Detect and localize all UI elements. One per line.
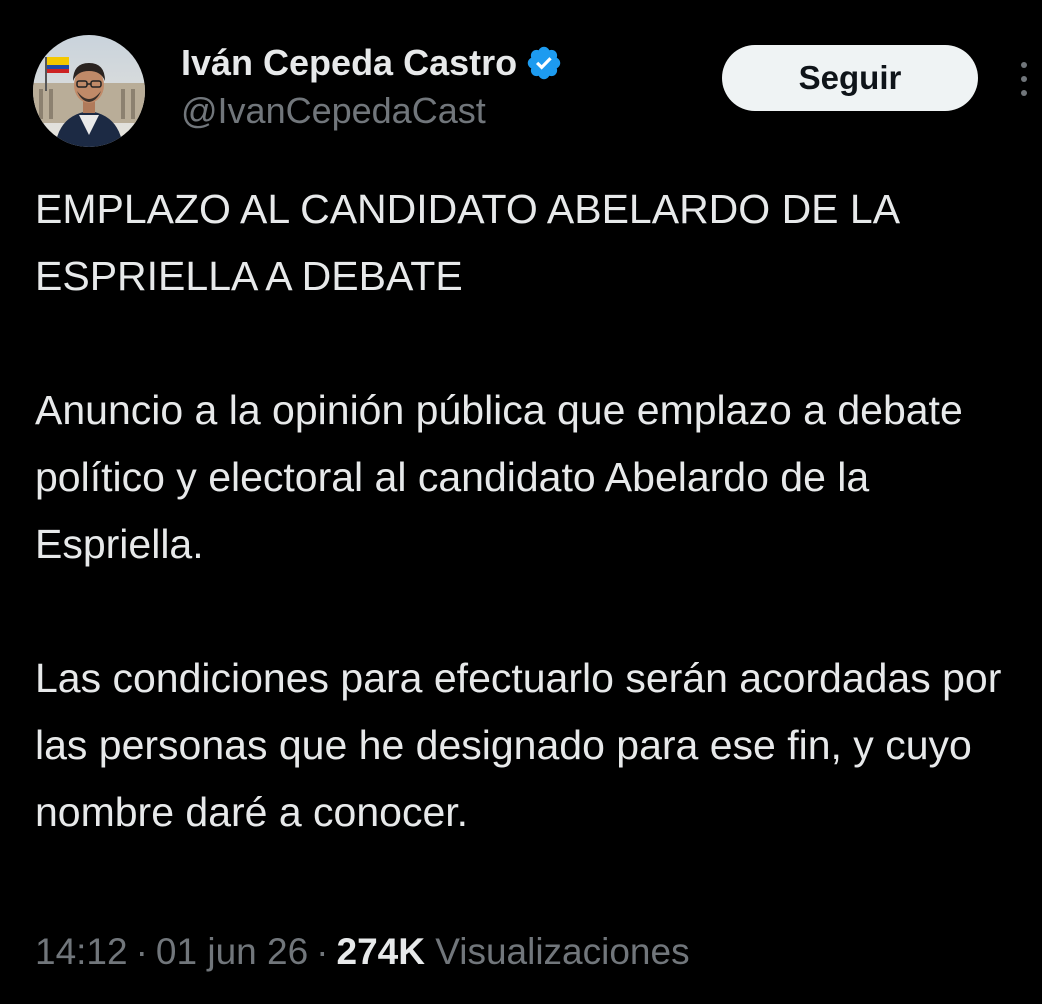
meta-separator: · <box>135 931 148 972</box>
views-link[interactable]: 274K Visualizaciones <box>337 931 690 972</box>
follow-button[interactable]: Seguir <box>722 45 978 111</box>
more-vertical-icon[interactable] <box>1010 55 1038 103</box>
views-count: 274K <box>336 931 425 972</box>
tweet-paragraph: Las condiciones para efectuarlo serán ac… <box>35 655 1002 835</box>
author-handle[interactable]: @IvanCepedaCast <box>181 90 486 132</box>
meta-separator: · <box>316 931 329 972</box>
tweet-date[interactable]: 01 jun 26 <box>156 931 308 972</box>
avatar[interactable] <box>33 35 145 147</box>
author-name-row: Iván Cepeda Castro <box>181 40 563 86</box>
tweet-meta: 14:12 · 01 jun 26 · 274K Visualizaciones <box>35 922 690 982</box>
verified-badge-icon[interactable] <box>525 44 563 82</box>
tweet-time[interactable]: 14:12 <box>35 931 128 972</box>
tweet-text: EMPLAZO AL CANDIDATO ABELARDO DE LA ESPR… <box>35 176 1025 846</box>
author-display-name[interactable]: Iván Cepeda Castro <box>181 42 517 84</box>
views-label: Visualizaciones <box>435 931 690 972</box>
tweet-paragraph: Anuncio a la opinión pública que emplazo… <box>35 387 963 567</box>
tweet-paragraph: EMPLAZO AL CANDIDATO ABELARDO DE LA ESPR… <box>35 186 898 299</box>
